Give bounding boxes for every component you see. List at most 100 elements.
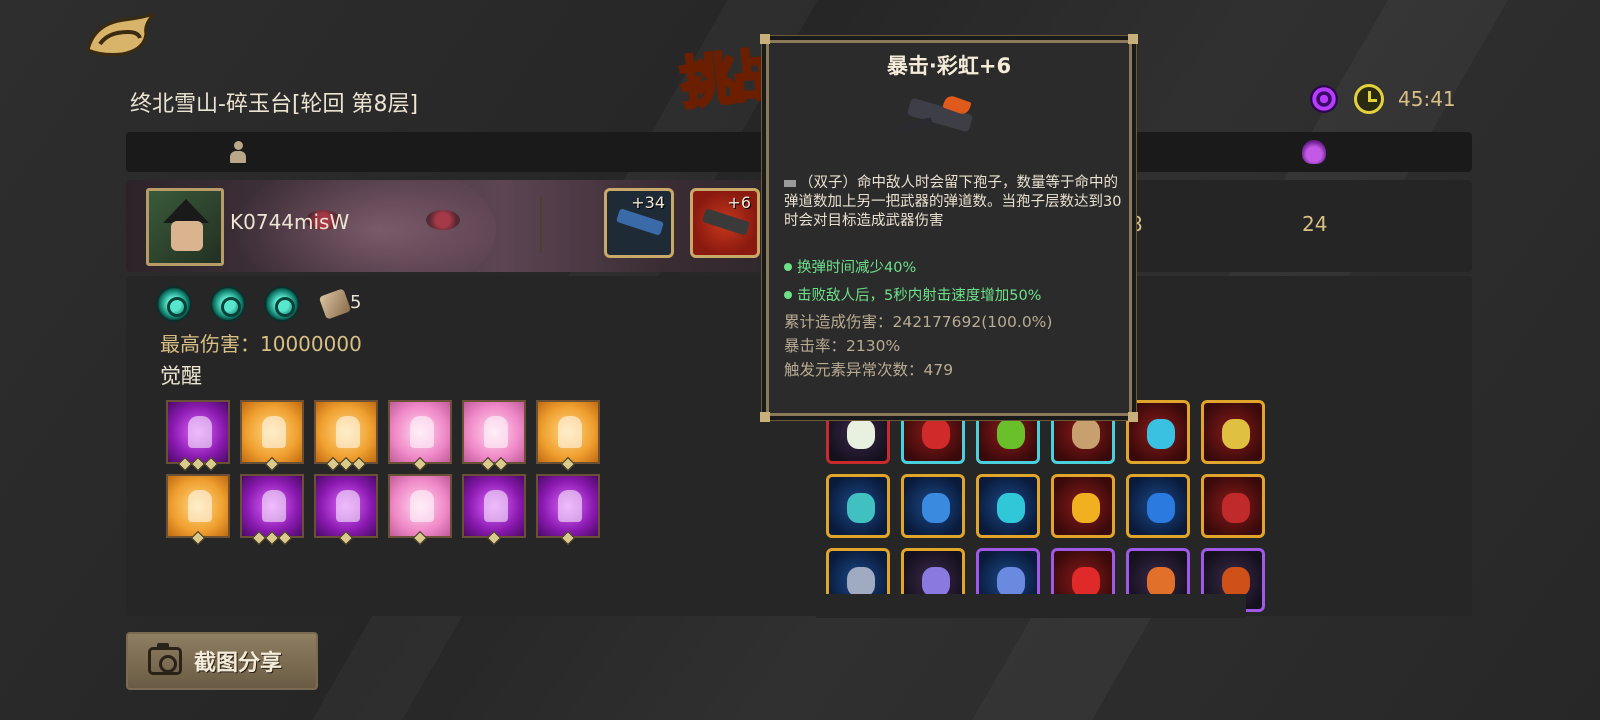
inventory-item-slot[interactable] xyxy=(826,474,890,538)
awakening-slot[interactable] xyxy=(314,474,378,546)
item-gem-icon xyxy=(997,419,1025,449)
swirl-skill-icon[interactable] xyxy=(210,286,246,322)
bonus-line-1: 换弹时间减少40% xyxy=(784,256,916,277)
awakening-symbol-icon xyxy=(336,490,360,522)
diamond-star-icon xyxy=(264,456,280,472)
total-damage: 累计造成伤害：242177692(100.0%) xyxy=(784,313,1053,331)
awakening-stars xyxy=(390,456,450,472)
inventory-item-slot[interactable] xyxy=(1051,474,1115,538)
item-gem-icon xyxy=(997,493,1025,523)
awakening-symbol-icon xyxy=(484,490,508,522)
item-gem-icon xyxy=(922,493,950,523)
awakening-symbol-icon xyxy=(410,490,434,522)
awakening-slot[interactable] xyxy=(314,400,378,472)
diamond-star-icon xyxy=(560,530,576,546)
item-gem-icon xyxy=(922,567,950,597)
camera-icon xyxy=(148,643,182,675)
awakening-stars xyxy=(316,530,376,546)
player-column-icon xyxy=(230,141,246,163)
stage-title: 终北雪山-碎玉台[轮回 第8层] xyxy=(130,92,419,117)
item-gem-icon xyxy=(1147,493,1175,523)
element-trigger-count: 触发元素异常次数：479 xyxy=(784,361,954,379)
vortex-icon xyxy=(1310,85,1338,113)
clock-icon xyxy=(1354,84,1384,114)
awakening-symbol-icon xyxy=(188,490,212,522)
inventory-item-slot[interactable] xyxy=(1126,474,1190,538)
item-gem-icon xyxy=(1222,567,1250,597)
item-gem-icon xyxy=(1147,419,1175,449)
awakening-slot[interactable] xyxy=(462,400,526,472)
rainbow-crossbow-icon xyxy=(898,92,982,142)
crit-rate: 暴击率：2130% xyxy=(784,337,901,355)
awakening-symbol-icon xyxy=(410,416,434,448)
awakening-symbol-icon xyxy=(188,416,212,448)
awakening-slot[interactable] xyxy=(388,400,452,472)
diamond-star-icon xyxy=(412,456,428,472)
item-gem-icon xyxy=(1147,567,1175,597)
tooltip-description: （双子）命中敌人时会留下孢子，数量等于命中的弹道数加上另一把武器的弹道数。当孢子… xyxy=(784,174,1124,231)
awakening-stars xyxy=(538,456,598,472)
awakening-slot[interactable] xyxy=(166,400,230,472)
awakening-slot[interactable] xyxy=(240,474,304,546)
awakening-grid xyxy=(166,400,600,546)
item-gem-icon xyxy=(847,567,875,597)
tooltip-description-text: （双子）命中敌人时会留下孢子，数量等于命中的弹道数加上另一把武器的弹道数。当孢子… xyxy=(784,175,1122,229)
awakening-symbol-icon xyxy=(262,490,286,522)
bonus-line-2: 击败敌人后，5秒内射击速度增加50% xyxy=(784,284,1041,305)
player-stat-b: 24 xyxy=(1302,212,1328,236)
diamond-star-icon xyxy=(351,456,367,472)
inventory-item-slot[interactable] xyxy=(976,474,1040,538)
awakening-stars xyxy=(168,456,228,472)
awakening-slot[interactable] xyxy=(388,474,452,546)
item-gem-icon xyxy=(1222,419,1250,449)
awakening-slot[interactable] xyxy=(166,474,230,546)
share-button-label: 截图分享 xyxy=(194,651,283,676)
diamond-star-icon xyxy=(493,456,508,472)
dash-skill-icon[interactable] xyxy=(264,286,300,322)
weapon-slot-2[interactable]: +6 xyxy=(690,188,760,258)
weapon-level: +6 xyxy=(727,193,751,212)
back-arrow-icon[interactable] xyxy=(84,10,158,58)
item-gem-icon xyxy=(1072,419,1100,449)
rainbow-crossbow-icon xyxy=(701,208,751,236)
weapon-slot-1[interactable]: +34 xyxy=(604,188,674,258)
item-gem-icon xyxy=(1222,493,1250,523)
flower-skill-icon[interactable] xyxy=(156,286,192,322)
player-avatar xyxy=(146,188,224,266)
weapon-level: +34 xyxy=(631,193,665,212)
awakening-slot[interactable] xyxy=(240,400,304,472)
item-gem-icon xyxy=(847,419,875,449)
awakening-stars xyxy=(464,530,524,546)
awaken-heading: 觉醒 xyxy=(160,364,202,388)
awakening-stars xyxy=(242,456,302,472)
inventory-item-slot[interactable] xyxy=(901,474,965,538)
scroll-icon xyxy=(318,288,352,320)
awakening-symbol-icon xyxy=(558,416,582,448)
diamond-star-icon xyxy=(412,530,428,546)
diamond-star-icon xyxy=(338,530,354,546)
awakening-stars xyxy=(168,530,228,546)
elapsed-timer: 45:41 xyxy=(1398,87,1456,111)
awakening-slot[interactable] xyxy=(536,400,600,472)
item-grid xyxy=(826,400,1265,612)
awakening-stars xyxy=(538,530,598,546)
diamond-star-icon xyxy=(190,530,206,546)
weapon-tooltip: 暴击·彩虹+6 （双子）命中敌人时会留下孢子，数量等于命中的弹道数加上另一把武器… xyxy=(760,34,1138,422)
diamond-star-icon xyxy=(203,456,219,472)
diamond-star-icon xyxy=(480,456,495,472)
inventory-item-slot[interactable] xyxy=(1201,474,1265,538)
awakening-symbol-icon xyxy=(484,416,508,448)
awakening-symbol-icon xyxy=(336,416,360,448)
max-damage: 最高伤害：10000000 xyxy=(160,332,362,356)
awakening-slot[interactable] xyxy=(462,474,526,546)
screenshot-share-button[interactable]: 截图分享 xyxy=(126,632,318,690)
awakening-symbol-icon xyxy=(262,416,286,448)
scroll-count: 5 xyxy=(350,292,362,313)
purple-creature-column-icon xyxy=(1302,140,1326,164)
awakening-slot[interactable] xyxy=(536,474,600,546)
row-divider xyxy=(540,196,542,254)
awakening-stars xyxy=(464,456,524,472)
inventory-item-slot[interactable] xyxy=(1201,400,1265,464)
awakening-stars xyxy=(316,456,376,472)
item-gem-icon xyxy=(1072,493,1100,523)
